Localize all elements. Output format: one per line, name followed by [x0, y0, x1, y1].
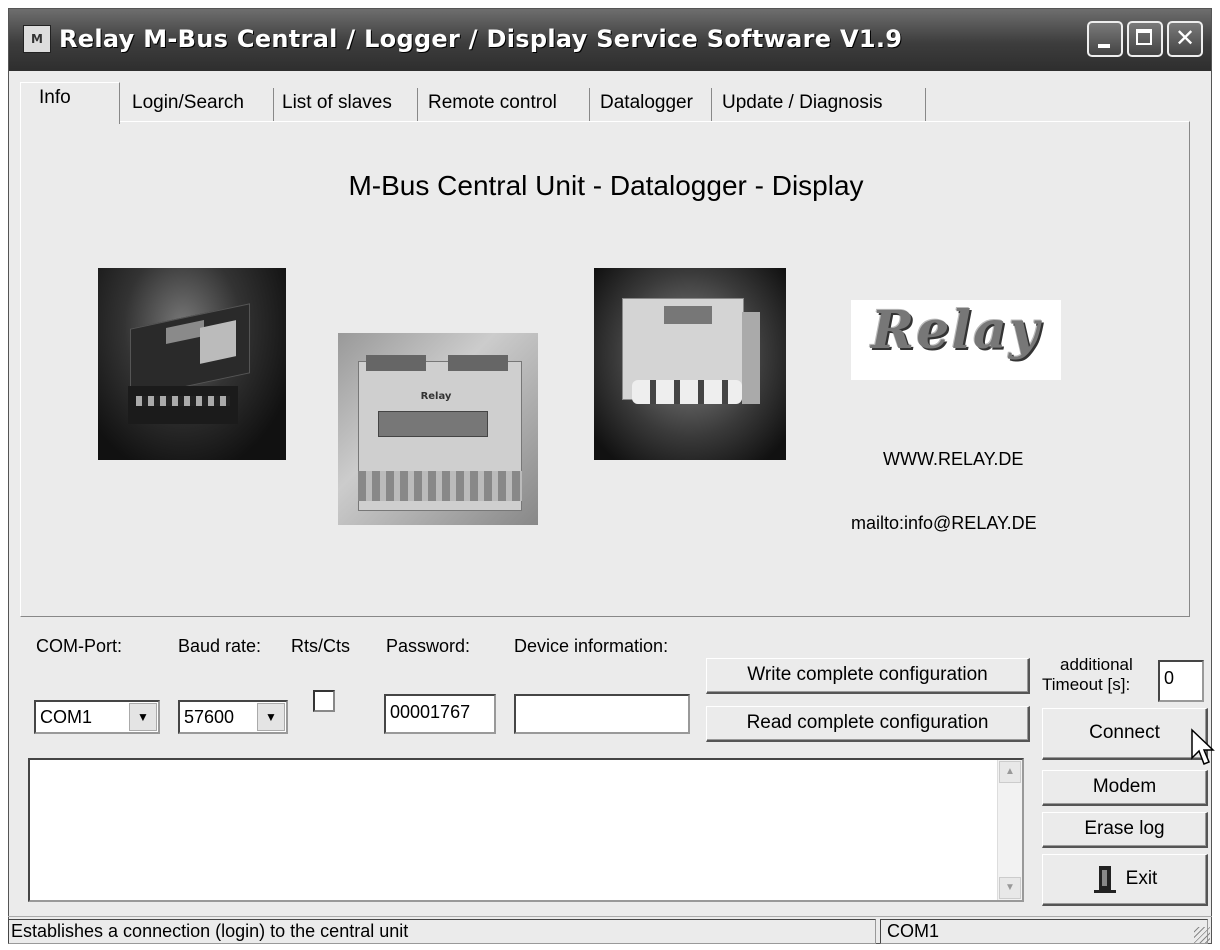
scroll-up-icon[interactable]: ▲ [999, 761, 1021, 783]
maximize-button[interactable] [1127, 21, 1163, 57]
app-icon[interactable]: M [23, 25, 51, 53]
com-port-label: COM-Port: [36, 636, 123, 656]
status-port: COM1 [880, 919, 1208, 944]
title-bar[interactable]: M Relay M-Bus Central / Logger / Display… [9, 9, 1211, 71]
minimize-button[interactable] [1087, 21, 1123, 57]
relay-logo: Relay [851, 300, 1061, 380]
door-exit-icon [1093, 865, 1116, 893]
write-config-button[interactable]: Write complete configuration [706, 658, 1030, 694]
erase-log-button[interactable]: Erase log [1042, 812, 1208, 848]
info-panel: M-Bus Central Unit - Datalogger - Displa… [20, 121, 1190, 617]
close-icon: ✕ [1174, 24, 1196, 52]
chevron-down-icon[interactable]: ▼ [129, 703, 157, 731]
rts-cts-checkbox[interactable] [313, 690, 335, 712]
close-button[interactable]: ✕ [1167, 21, 1203, 57]
minimize-icon [1098, 44, 1110, 48]
device-info-label: Device information: [514, 636, 669, 656]
resize-grip-icon[interactable] [1194, 927, 1210, 943]
device-info-input[interactable] [514, 694, 690, 734]
read-config-button[interactable]: Read complete configuration [706, 706, 1030, 742]
tab-remote-control[interactable]: Remote control [422, 88, 590, 122]
mouse-cursor-icon [1191, 728, 1215, 765]
status-bar: Establishes a connection (login) to the … [8, 916, 1212, 945]
window-title: Relay M-Bus Central / Logger / Display S… [59, 25, 903, 53]
rts-cts-label: Rts/Cts [291, 636, 351, 656]
device-photo-central-unit: Relay [338, 333, 538, 525]
log-area[interactable]: ▲ ▼ [28, 758, 1024, 902]
timeout-label-2: Timeout [s]: [1042, 675, 1131, 694]
device-photo-datalogger [594, 268, 786, 460]
exit-button[interactable]: Exit [1042, 854, 1208, 906]
scroll-down-icon[interactable]: ▼ [999, 877, 1021, 899]
timeout-label: additional [1060, 655, 1133, 674]
baud-rate-label: Baud rate: [178, 636, 262, 656]
log-scrollbar[interactable]: ▲ ▼ [997, 760, 1022, 900]
maximize-icon [1136, 29, 1152, 45]
chevron-down-icon[interactable]: ▼ [257, 703, 285, 731]
tab-datalogger[interactable]: Datalogger [594, 88, 712, 122]
password-label: Password: [386, 636, 471, 656]
com-port-select[interactable]: COM1 ▼ [34, 700, 160, 734]
info-heading: M-Bus Central Unit - Datalogger - Displa… [348, 170, 864, 201]
tab-info[interactable]: Info [20, 82, 120, 124]
tab-update-diagnosis[interactable]: Update / Diagnosis [716, 88, 926, 122]
connect-button[interactable]: Connect [1042, 708, 1208, 760]
device-photo-display-unit [98, 268, 286, 460]
tab-login-search[interactable]: Login/Search [126, 88, 274, 122]
modem-button[interactable]: Modem [1042, 770, 1208, 806]
baud-rate-select[interactable]: 57600 ▼ [178, 700, 288, 734]
website-link[interactable]: WWW.RELAY.DE [883, 449, 1023, 470]
password-input[interactable]: 00001767 [384, 694, 496, 734]
email-link[interactable]: mailto:info@RELAY.DE [851, 513, 1037, 534]
timeout-input[interactable]: 0 [1158, 660, 1204, 702]
tab-list-of-slaves[interactable]: List of slaves [276, 88, 418, 122]
status-message: Establishes a connection (login) to the … [8, 919, 876, 944]
